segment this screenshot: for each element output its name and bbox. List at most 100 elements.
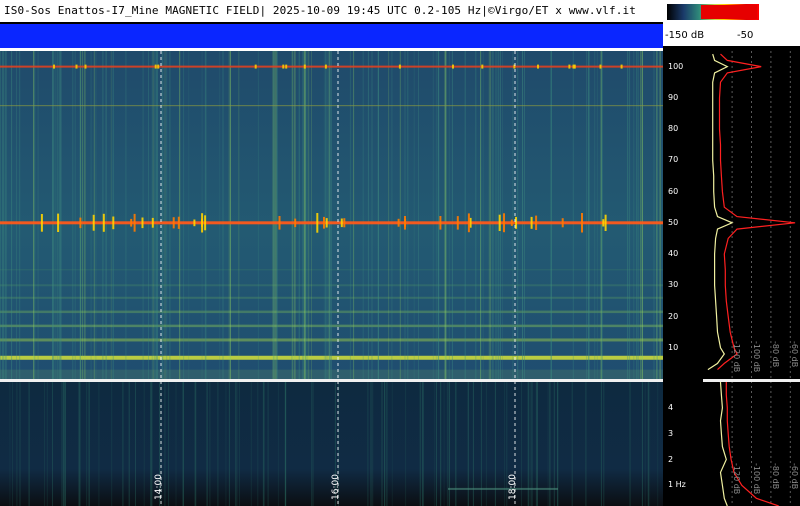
transient-streak xyxy=(37,51,39,379)
transient-streak xyxy=(553,382,555,506)
page-title: IS0-Sos Enattos-I7_Mine MAGNETIC FIELD| … xyxy=(4,4,636,17)
transient-streak xyxy=(656,51,658,379)
freq-tick-label: 90 xyxy=(668,92,679,102)
transient-streak xyxy=(228,382,230,506)
transient-streak xyxy=(311,51,312,379)
transient-streak xyxy=(588,51,590,379)
transient-streak xyxy=(169,51,171,379)
transient-streak xyxy=(603,382,605,506)
hot-spot-50hz xyxy=(102,213,105,232)
transient-streak xyxy=(413,51,415,379)
transient-streak xyxy=(495,51,497,379)
transient-streak xyxy=(642,51,643,379)
transient-streak xyxy=(451,51,453,379)
hot-spot-50hz xyxy=(456,216,459,230)
transient-streak xyxy=(52,382,53,506)
transient-streak xyxy=(531,382,533,506)
transient-streak xyxy=(372,382,374,506)
transient-streak xyxy=(222,51,224,379)
transient-streak xyxy=(305,51,307,379)
transient-streak xyxy=(641,382,643,506)
hot-spot-100hz xyxy=(398,64,401,69)
colorbar-red-band xyxy=(701,5,757,19)
hot-spot-50hz xyxy=(204,215,207,231)
colorbar-max-label: -50 xyxy=(737,30,754,41)
transient-streak xyxy=(235,382,237,506)
hot-spot-100hz xyxy=(154,64,157,69)
hot-spot-100hz xyxy=(285,64,288,69)
transient-streak xyxy=(326,51,328,379)
colorbar-legend: -150 dB -50 xyxy=(663,0,800,46)
transient-streak xyxy=(12,382,13,506)
hot-spot-100hz xyxy=(282,64,285,69)
transient-streak xyxy=(491,51,493,379)
hot-spot-50hz xyxy=(201,213,204,233)
hot-spot-50hz xyxy=(112,216,115,230)
transient-streak xyxy=(16,51,17,379)
hot-spot-50hz xyxy=(323,216,325,229)
transient-streak xyxy=(588,51,589,379)
transient-streak xyxy=(312,382,314,506)
db-axis-label: -100 dB xyxy=(751,341,761,373)
transient-streak xyxy=(371,51,373,379)
freq-tick-label: 40 xyxy=(668,249,679,259)
hot-spot-100hz xyxy=(620,64,623,69)
transient-streak xyxy=(405,382,407,506)
transient-streak xyxy=(217,382,219,506)
transient-streak xyxy=(164,51,166,379)
transient-streak xyxy=(388,51,390,379)
transient-streak xyxy=(4,51,6,379)
hot-spot-50hz xyxy=(92,214,95,231)
transient-streak xyxy=(438,51,440,379)
transient-streak xyxy=(586,51,588,379)
transient-streak xyxy=(435,51,437,379)
transient-streak xyxy=(391,382,393,506)
transient-streak xyxy=(64,382,66,506)
transient-streak xyxy=(502,51,503,379)
db-axis-label: -120 dB xyxy=(732,341,742,373)
transient-streak xyxy=(11,51,13,379)
hot-spot-100hz xyxy=(573,64,576,69)
transient-streak xyxy=(79,51,81,379)
transient-streak xyxy=(497,51,499,379)
hot-spot-50hz xyxy=(172,217,175,229)
transient-streak xyxy=(142,51,144,379)
transient-streak xyxy=(512,51,514,379)
transient-streak xyxy=(306,51,308,379)
transient-streak xyxy=(175,382,177,506)
transient-streak xyxy=(219,51,221,379)
freq-tick-label: 50 xyxy=(668,217,679,227)
line-87hz xyxy=(0,105,663,107)
transient-streak xyxy=(16,382,18,506)
transient-streak xyxy=(276,51,278,379)
transient-streak xyxy=(601,51,603,379)
freq-tick-label: 30 xyxy=(668,280,679,290)
transient-streak xyxy=(435,382,437,506)
transient-streak xyxy=(547,382,549,506)
transient-streak xyxy=(330,51,332,379)
hot-spot-50hz xyxy=(602,219,605,227)
transient-streak xyxy=(86,382,88,506)
transient-streak xyxy=(378,51,379,379)
transient-streak xyxy=(98,382,100,506)
hot-spot-50hz xyxy=(130,218,133,227)
transient-streak xyxy=(267,382,269,506)
hot-spot-100hz xyxy=(481,64,484,69)
transient-streak xyxy=(596,51,598,379)
transient-streak xyxy=(633,51,635,379)
hot-spot-100hz xyxy=(53,64,55,69)
transient-streak xyxy=(523,51,525,379)
transient-streak xyxy=(112,51,114,379)
transient-streak xyxy=(386,382,388,506)
freq-tick-label: 4 xyxy=(668,402,674,412)
transient-streak xyxy=(629,382,631,506)
transient-streak xyxy=(404,51,406,379)
freq-tick-label: 1 Hz xyxy=(668,480,686,490)
hot-spot-100hz xyxy=(568,64,571,69)
transient-streak xyxy=(78,382,79,506)
transient-streak xyxy=(206,382,208,506)
transient-streak xyxy=(329,51,331,379)
hot-spot-50hz xyxy=(530,216,533,229)
transient-streak xyxy=(46,382,48,506)
transient-streak xyxy=(161,51,163,379)
